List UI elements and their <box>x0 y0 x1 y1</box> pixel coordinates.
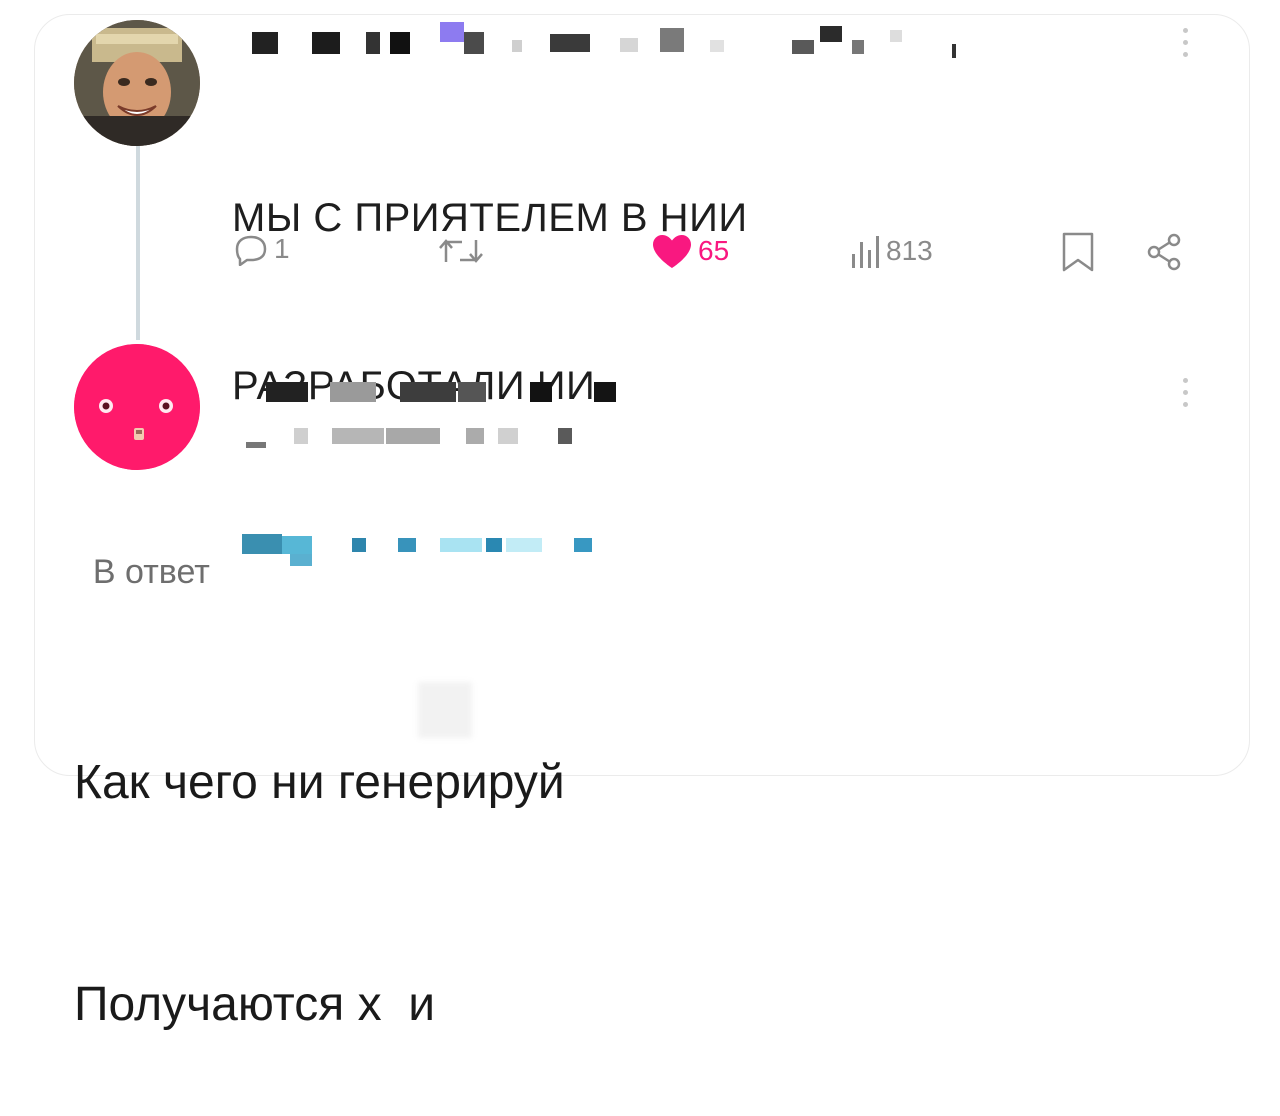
heart-icon <box>653 235 691 268</box>
pink-face-icon <box>74 344 200 470</box>
retweet-button[interactable] <box>434 232 492 270</box>
reply-to-handle-pixelated[interactable] <box>242 530 622 566</box>
like-button[interactable]: 65 <box>650 232 729 270</box>
reply-text: Как чего ни генерируй Получаются х и <box>74 598 565 1116</box>
share-icon <box>1147 233 1181 271</box>
like-count: 65 <box>698 235 730 266</box>
views-button[interactable]: 813 <box>848 232 933 270</box>
reply-author-handle-pixelated <box>240 422 600 448</box>
author-name-pixelated <box>240 22 960 58</box>
reply-icon <box>235 235 267 266</box>
reply-text-line-2: Получаются х и <box>74 978 436 1031</box>
action-bar: 1 65 813 <box>0 226 1280 276</box>
avatar-portrait-icon <box>74 20 200 146</box>
retweet-icon <box>439 239 483 263</box>
bookmark-button[interactable] <box>1058 230 1098 274</box>
reply-text-line-1: Как чего ни генерируй <box>74 756 565 809</box>
reply-button[interactable]: 1 <box>232 232 290 266</box>
author-avatar[interactable] <box>74 20 200 146</box>
reply-more-options-icon[interactable] <box>1180 378 1190 407</box>
reply-author-avatar[interactable] <box>74 344 200 470</box>
more-options-icon[interactable] <box>1180 28 1190 57</box>
bookmark-icon <box>1062 232 1094 272</box>
views-count: 813 <box>886 235 933 266</box>
censor-blur <box>418 682 472 738</box>
reply-author-name-pixelated <box>240 376 660 402</box>
reply-count: 1 <box>274 233 290 264</box>
share-button[interactable] <box>1144 230 1188 274</box>
views-icon <box>852 236 879 268</box>
reply-to-line: В ответ <box>74 514 210 592</box>
reply-to-label: В ответ <box>92 553 210 591</box>
